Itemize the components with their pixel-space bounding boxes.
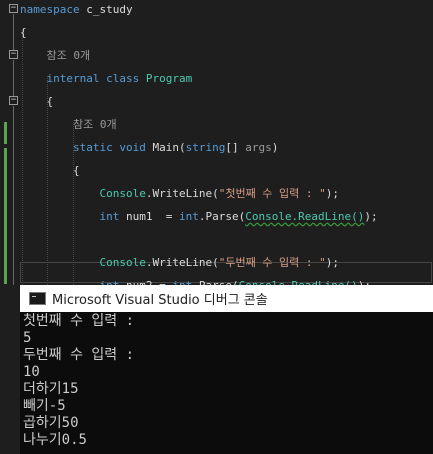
- editor-gutter: [0, 0, 20, 285]
- code-token: 참조 0개: [20, 118, 117, 131]
- code-token: );: [364, 210, 378, 223]
- code-token: Console.ReadLine(): [245, 210, 365, 223]
- code-line[interactable]: int num2 = int.Parse(Console.ReadLine())…: [20, 274, 371, 285]
- code-line[interactable]: int num1 = int.Parse(Console.ReadLine())…: [20, 205, 378, 228]
- console-output-line: 두번째 수 입력 :: [23, 347, 134, 363]
- code-token: 참조 0개: [20, 49, 91, 62]
- code-token: Console: [99, 187, 146, 200]
- code-token: "첫번째 수 입력 : ": [218, 187, 326, 200]
- code-token: string: [185, 141, 226, 154]
- code-editor[interactable]: − − − namespace c_study { 참조 0개 internal …: [0, 0, 433, 285]
- change-indicator: [4, 122, 7, 144]
- code-line[interactable]: Console.WriteLine("두번째 수 입력 : ");: [20, 251, 339, 274]
- fold-toggle-icon[interactable]: −: [9, 50, 18, 59]
- code-token: );: [325, 187, 340, 200]
- code-token: Main: [152, 141, 179, 154]
- console-output-line: 10: [23, 364, 40, 380]
- code-token: ): [271, 141, 279, 154]
- fold-line: [13, 60, 14, 96]
- code-token: c_study: [86, 3, 133, 16]
- debug-console-output[interactable]: 첫번째 수 입력 :5 두번째 수 입력 :10 더하기15 빼기-5 곱하기50 나누기…: [20, 312, 433, 454]
- code-token: {: [20, 95, 54, 108]
- change-indicator: [4, 148, 7, 284]
- code-token: Program: [145, 72, 193, 85]
- console-output-line: 나누기0.5: [23, 432, 87, 448]
- code-line[interactable]: 참조 0개: [20, 44, 90, 67]
- console-title: Microsoft Visual Studio 디버그 콘솔: [52, 293, 268, 308]
- code-line[interactable]: static void Main(string[] args): [20, 136, 278, 159]
- code-token: Console: [99, 256, 146, 269]
- console-output-line: 5: [23, 330, 32, 346]
- code-token: );: [325, 256, 340, 269]
- fold-line: [13, 14, 14, 50]
- console-output-line: 더하기15: [23, 381, 79, 397]
- code-line[interactable]: internal class Program: [20, 67, 192, 90]
- code-token: internal class: [20, 72, 146, 85]
- code-line[interactable]: {: [20, 90, 53, 113]
- code-token: "두번째 수 입력 : ": [218, 256, 326, 269]
- code-token: {: [20, 26, 27, 39]
- code-token: []: [225, 141, 246, 154]
- code-token: int: [178, 210, 199, 223]
- fold-toggle-icon[interactable]: −: [9, 4, 18, 13]
- editor-gutter-lower: [0, 312, 20, 454]
- code-token: .WriteLine(: [145, 187, 219, 200]
- code-token: .Parse(: [198, 210, 246, 223]
- code-token: namespace: [20, 3, 87, 16]
- code-token: (: [178, 141, 186, 154]
- fold-line: [13, 106, 14, 285]
- code-token: static void: [20, 141, 153, 154]
- code-line[interactable]: Console.WriteLine("첫번째 수 입력 : ");: [20, 182, 339, 205]
- code-token: {: [20, 164, 80, 177]
- code-token: args: [245, 141, 272, 154]
- code-token: .WriteLine(: [145, 256, 219, 269]
- debug-console-titlebar[interactable]: Microsoft Visual Studio 디버그 콘솔: [20, 285, 433, 312]
- console-output-line: 곱하기50: [23, 415, 79, 431]
- code-line[interactable]: 참조 0개: [20, 113, 117, 136]
- fold-toggle-icon[interactable]: −: [9, 96, 18, 105]
- console-app-icon: [29, 292, 46, 305]
- console-output-line: 첫번째 수 입력 :: [23, 313, 134, 329]
- code-line[interactable]: {: [20, 159, 80, 182]
- code-token: num1 =: [125, 210, 179, 223]
- code-line[interactable]: namespace c_study: [20, 0, 133, 21]
- code-line[interactable]: {: [20, 21, 27, 44]
- code-token: int: [99, 210, 126, 223]
- console-output-line: 빼기-5: [23, 398, 66, 414]
